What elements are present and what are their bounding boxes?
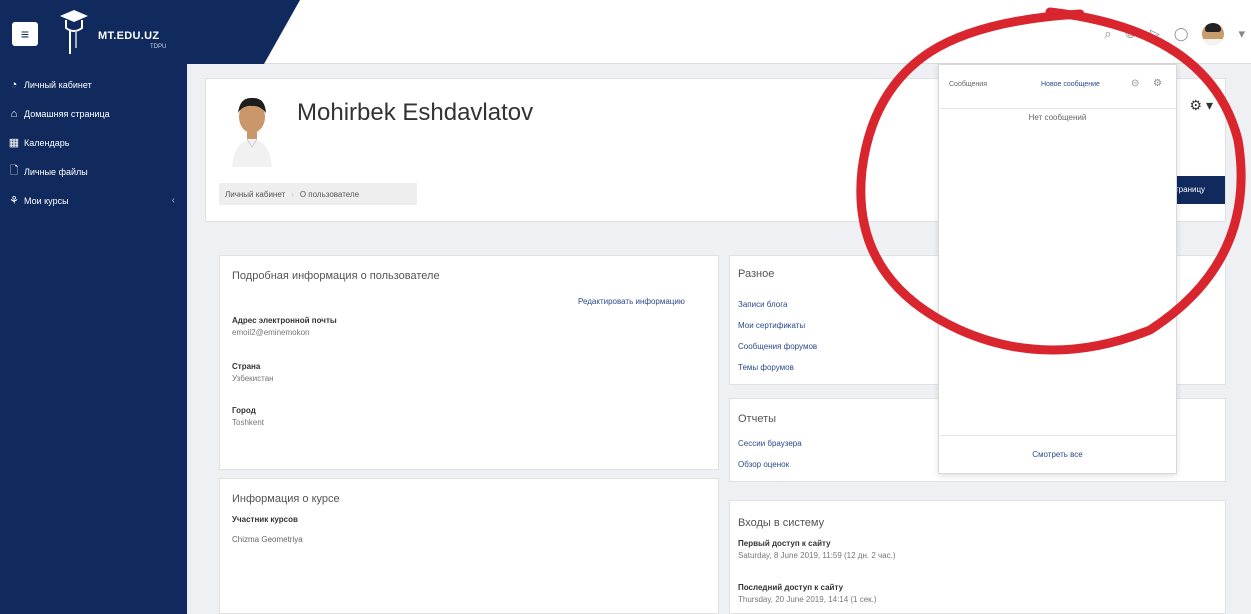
sidebar-item-home[interactable]: ⌂ Домашняя страница <box>0 99 187 128</box>
messages-title: Сообщения <box>949 81 987 88</box>
brand-name[interactable]: MT.EDU.UZ <box>98 30 159 42</box>
top-navbar: ≡ MT.EDU.UZ TDPU ⌕ 🌐︎ ▷ ◯ ▾ <box>0 0 1251 64</box>
graduation-cap-logo-icon <box>60 10 88 54</box>
sidebar: ◔ Личный кабинет ⌂ Домашняя страница ▦ К… <box>0 64 187 614</box>
messages-icon[interactable]: ▷ <box>1150 24 1160 44</box>
settings-gear-icon[interactable]: ⚙ ▾ <box>1190 97 1213 114</box>
blog-entries-link[interactable]: Записи блога <box>738 294 817 315</box>
search-icon[interactable]: ⌕ <box>1104 24 1111 44</box>
user-details-card: Подробная информация о пользователе Реда… <box>219 255 719 470</box>
last-access-label: Последний доступ к сайту <box>738 583 844 592</box>
profile-picture <box>230 95 274 167</box>
email-label: Адрес электронной почты <box>232 316 337 325</box>
globe-icon[interactable]: 🌐︎ <box>1126 24 1136 44</box>
calendar-icon: ▦ <box>8 137 20 149</box>
country-value: Узбекистан <box>232 374 274 383</box>
no-messages-text: Нет сообщений <box>1028 113 1087 122</box>
edit-profile-link[interactable]: Редактировать информацию <box>578 297 685 306</box>
sidebar-item-calendar[interactable]: ▦ Календарь <box>0 128 187 157</box>
certificates-link[interactable]: Мои сертификаты <box>738 315 817 336</box>
sidebar-item-label: Личные файлы <box>24 166 88 177</box>
user-details-title: Подробная информация о пользователе <box>232 270 440 282</box>
course-info-card: Информация о курсе Участник курсов Chizm… <box>219 478 719 614</box>
forum-topics-link[interactable]: Темы форумов <box>738 357 817 378</box>
menu-toggle-button[interactable]: ≡ <box>12 22 38 46</box>
sidebar-item-my-courses[interactable]: ⚘ Мои курсы ‹ <box>0 186 187 215</box>
messages-popover-header: Сообщения Новое сообщение ⊝ ⚙ <box>939 65 1176 109</box>
course-link[interactable]: Chizma Geometriya <box>232 535 303 544</box>
first-access-label: Первый доступ к сайту <box>738 539 831 548</box>
sidebar-item-dashboard[interactable]: ◔ Личный кабинет <box>0 70 187 99</box>
chevron-left-icon[interactable]: ‹ <box>172 195 175 206</box>
brand-area: ≡ MT.EDU.UZ TDPU <box>0 0 300 64</box>
misc-title: Разное <box>738 268 775 280</box>
sidebar-item-label: Календарь <box>24 137 70 148</box>
settings-gear-icon[interactable]: ⚙ <box>1153 78 1162 89</box>
top-icons: ⌕ 🌐︎ ▷ ◯ ▾ <box>1104 23 1245 45</box>
forum-posts-link[interactable]: Сообщения форумов <box>738 336 817 357</box>
brand-subtitle: TDPU <box>150 44 167 50</box>
city-label: Город <box>232 406 256 415</box>
files-icon: 🗋︎ <box>9 165 19 177</box>
sidebar-item-label: Мои курсы <box>24 195 69 206</box>
home-icon: ⌂ <box>10 107 18 120</box>
email-value[interactable]: emoil2@eminemokon <box>232 328 337 337</box>
bell-icon[interactable]: ◯ <box>1174 24 1189 44</box>
breadcrumb: Личный кабинет › О пользователе <box>219 183 417 205</box>
new-message-link[interactable]: Новое сообщение <box>1041 81 1100 88</box>
browser-sessions-link[interactable]: Сессии браузера <box>738 433 802 454</box>
dashboard-icon: ◔ <box>10 78 18 91</box>
logins-card: Входы в систему Первый доступ к сайту Sa… <box>729 500 1226 614</box>
breadcrumb-item-dashboard[interactable]: Личный кабинет <box>219 190 291 199</box>
messages-popover: Сообщения Новое сообщение ⊝ ⚙ Нет сообще… <box>938 64 1177 474</box>
last-access-value: Thursday, 20 June 2019, 14:14 (1 сек.) <box>738 595 877 604</box>
logins-title: Входы в систему <box>738 517 825 529</box>
first-access-value: Saturday, 8 June 2019, 11:59 (12 дн. 2 ч… <box>738 551 896 560</box>
view-all-link[interactable]: Смотреть все <box>939 435 1176 473</box>
course-info-title: Информация о курсе <box>232 493 340 505</box>
sidebar-item-label: Домашняя страница <box>24 108 110 119</box>
reports-title: Отчеты <box>738 413 777 425</box>
courses-icon: ⚘ <box>9 195 19 207</box>
chevron-down-icon[interactable]: ▾ <box>1238 24 1245 44</box>
user-avatar[interactable] <box>1202 23 1225 45</box>
page-title: Mohirbek Eshdavlatov <box>297 99 534 126</box>
breadcrumb-item-about[interactable]: О пользователе <box>294 190 365 199</box>
sidebar-item-label: Личный кабинет <box>24 79 92 90</box>
country-label: Страна <box>232 362 261 371</box>
city-value: Toshkent <box>232 418 265 427</box>
mark-read-icon[interactable]: ⊝ <box>1131 78 1139 89</box>
sidebar-item-files[interactable]: 🗋︎ Личные файлы <box>0 157 187 186</box>
grades-overview-link[interactable]: Обзор оценок <box>738 454 802 475</box>
course-participant-label: Участник курсов <box>232 515 298 524</box>
